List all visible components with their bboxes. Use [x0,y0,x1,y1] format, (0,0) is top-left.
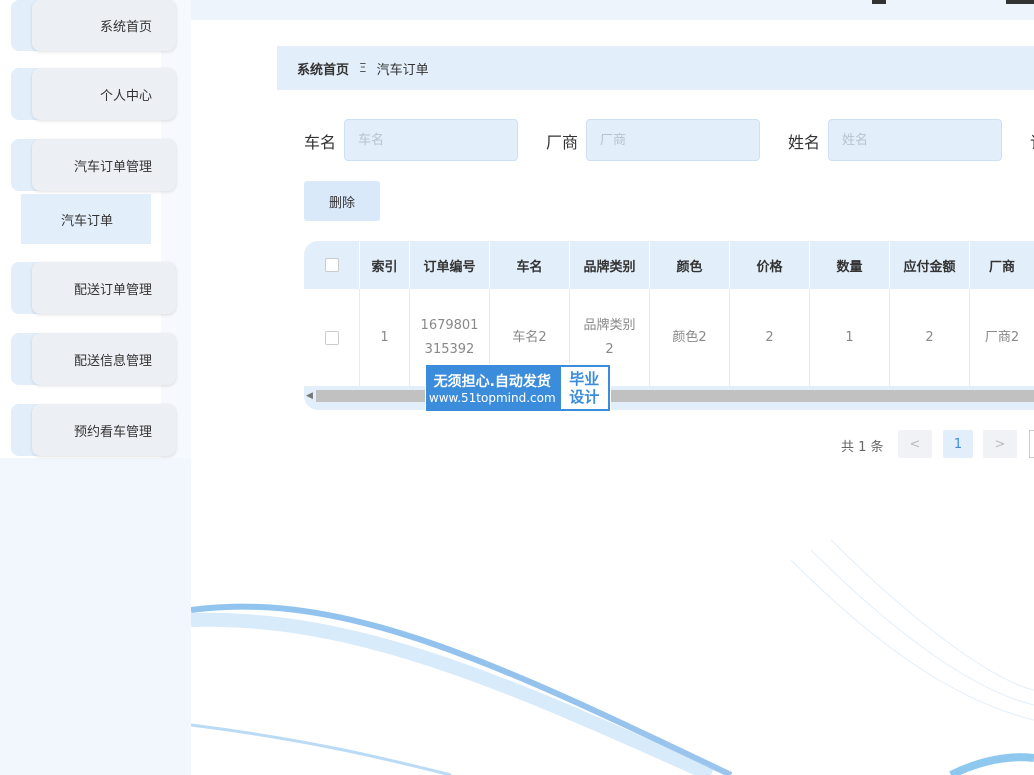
sidebar-item-profile[interactable]: 个人中心 [11,68,176,120]
sidebar-item-delivery-orders[interactable]: 配送订单管理 [11,262,176,314]
watermark-badge-line2: 设计 [569,388,600,406]
table-row[interactable]: 1 1679801 315392 车名2 品牌类别 2 颜色2 2 1 2 厂商… [304,289,1034,386]
cell-price: 2 [730,289,810,386]
header-cell: 品牌类别 [570,241,650,289]
next-page-button[interactable]: > [983,430,1017,458]
breadcrumb: 系统首页 Ξ 汽车订单 [277,46,1034,90]
row-select[interactable] [304,289,360,386]
watermark-line2: www.51topmind.com [428,391,556,405]
sidebar-menu: 系统首页 个人中心 汽车订单管理 汽车订单 配送订单管理 配送信息管理 预约看车… [0,0,191,458]
maker-label: 厂商 [546,133,579,152]
sidebar-item-label: 配送信息管理 [73,353,152,369]
delete-button[interactable]: 删除 [304,181,380,221]
order-no-line1: 1679801 [420,317,479,333]
header-cell: 厂商 [988,259,1015,275]
sidebar-item-viewing[interactable]: 预约看车管理 [11,404,176,456]
header-select-all[interactable] [304,241,360,289]
header-cell: 车名 [490,241,570,289]
page-size-select-edge[interactable] [1029,430,1034,458]
name-label: 姓名 [788,133,821,152]
pagination-total: 共 1 条 [841,440,884,455]
header-cell: 颜色 [650,241,730,289]
breadcrumb-separator-icon: Ξ [359,61,367,75]
sidebar-item-car-orders[interactable]: 汽车订单管理 [11,139,176,191]
sidebar-item-label: 汽车订单管理 [73,159,152,175]
sidebar-subitem-car-order[interactable]: 汽车订单 [21,194,151,244]
sidebar-item-label: 配送订单管理 [73,282,152,298]
sidebar-item-label: 预约看车管理 [73,424,152,440]
cell-qty: 1 [810,289,890,386]
maker-input[interactable] [586,119,760,161]
top-bar-icon-fragment [872,0,886,4]
cell-index: 1 [360,289,410,386]
name-input[interactable] [828,119,1002,161]
breadcrumb-home[interactable]: 系统首页 [297,59,349,78]
orders-table: 索引 订单编号 车名 品牌类别 颜色 价格 数量 应付金额 厂商 1 16798… [304,241,1034,410]
table-header: 索引 订单编号 车名 品牌类别 颜色 价格 数量 应付金额 厂商 [304,241,1034,289]
brand-line2: 2 [605,341,614,357]
prev-page-button[interactable]: < [898,430,932,458]
sidebar-item-delivery-info[interactable]: 配送信息管理 [11,333,176,385]
cell-color: 颜色2 [650,289,730,386]
header-cell: 订单编号 [410,241,490,289]
sidebar-item-label: 系统首页 [99,20,152,35]
scroll-left-icon[interactable]: ◀ [306,390,316,402]
next-label-partial: 订 [1030,129,1034,153]
car-name-input[interactable] [344,119,518,161]
sidebar: 系统首页 个人中心 汽车订单管理 汽车订单 配送订单管理 配送信息管理 预约看车… [0,0,191,775]
watermark-badge-line1: 毕业 [569,370,600,388]
background-wave [191,539,1034,775]
breadcrumb-current: 汽车订单 [376,62,429,78]
top-bar [191,0,1034,20]
watermark-badge: 无须担心.自动发货 www.51topmind.com 毕业 设计 [425,364,611,412]
watermark-line1: 无须担心.自动发货 [433,374,551,390]
select-all-checkbox[interactable] [324,258,339,272]
order-no-line2: 315392 [424,341,475,357]
horizontal-scrollbar[interactable] [316,390,1034,402]
sidebar-item-home[interactable]: 系统首页 [11,0,176,51]
sidebar-subitem-label: 汽车订单 [61,213,114,229]
row-checkbox[interactable] [324,330,339,345]
page-1-button[interactable]: 1 [943,430,973,458]
car-name-label: 车名 [304,133,337,152]
brand-line1: 品牌类别 [583,317,636,333]
header-cell: 索引 [360,241,410,289]
cell-maker: 厂商2 [984,329,1020,345]
top-bar-text-fragment [1006,0,1034,4]
cell-amount: 2 [890,289,970,386]
header-cell: 价格 [730,241,810,289]
header-cell: 应付金额 [890,241,970,289]
sidebar-item-label: 个人中心 [99,88,152,104]
header-cell: 数量 [810,241,890,289]
